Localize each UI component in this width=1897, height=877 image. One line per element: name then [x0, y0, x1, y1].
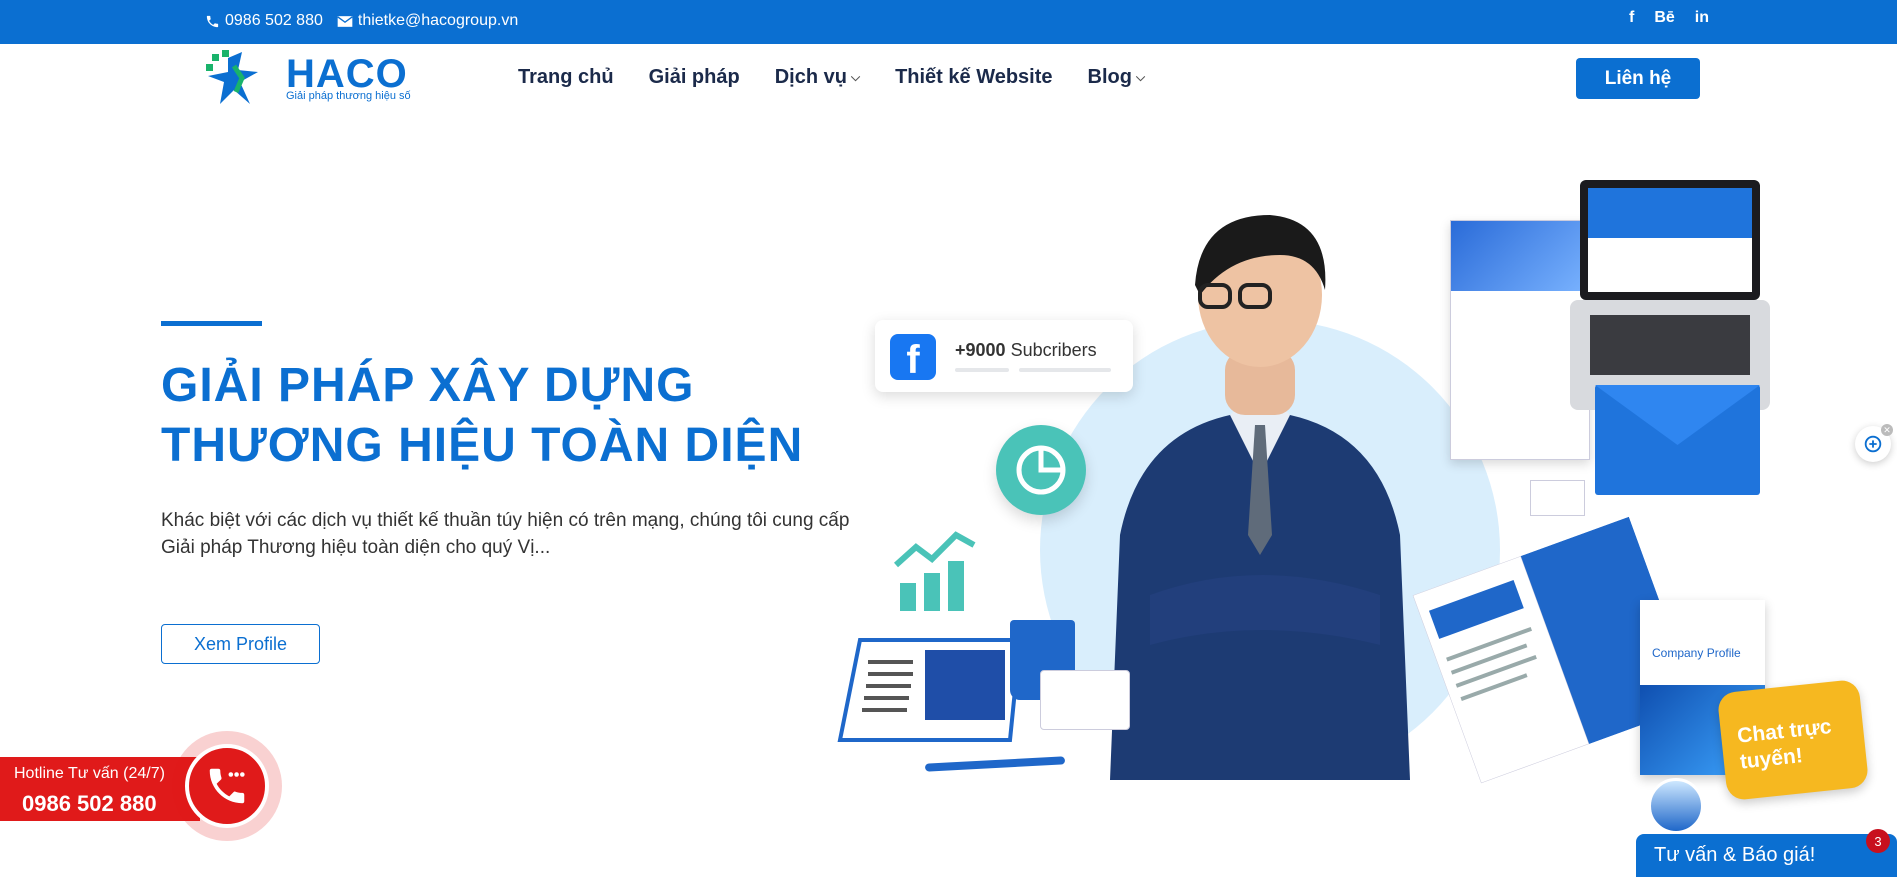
phone-call-icon: [209, 768, 245, 804]
hero-description: Khác biệt với các dịch vụ thiết kế thuần…: [161, 510, 850, 558]
topbar-phone[interactable]: 0986 502 880: [205, 12, 323, 30]
topbar-phone-text: 0986 502 880: [225, 12, 323, 29]
topbar-email[interactable]: thietke@hacogroup.vn: [337, 12, 518, 30]
hotline-banner[interactable]: Hotline Tư vấn (24/7) 0986 502 880: [0, 757, 200, 821]
fb-subscribers-text: +9000 Subcribers: [955, 340, 1097, 361]
company-profile-title: Company Profile: [1652, 646, 1741, 660]
nav-item-web-design[interactable]: Thiết kế Website: [895, 66, 1052, 89]
nav-label: Giải pháp: [648, 66, 740, 88]
business-card-image: [1530, 480, 1585, 516]
fb-bar: [955, 368, 1009, 372]
nav-item-home[interactable]: Trang chủ: [518, 66, 614, 89]
behance-icon[interactable]: Bē: [1654, 9, 1674, 27]
id-badge-image: [1040, 670, 1130, 730]
linkedin-icon[interactable]: in: [1695, 9, 1709, 27]
nav-label: Blog: [1087, 66, 1132, 88]
hotline-phone: 0986 502 880: [22, 791, 157, 816]
envelope-icon: [337, 15, 353, 27]
unread-count-badge: 3: [1866, 829, 1890, 853]
pen-image: [924, 756, 1066, 772]
envelope-image: [1595, 385, 1760, 495]
brochure-image: [1450, 220, 1590, 460]
nav-label: Dịch vụ: [774, 66, 847, 88]
chat-bubble-text: Chat trực tuyến!: [1736, 714, 1833, 774]
nav-item-blog[interactable]: Blog ⌵: [1088, 66, 1146, 89]
hotline-label: Hotline Tư vấn (24/7): [14, 765, 165, 782]
chevron-down-icon: ⌵: [850, 70, 861, 84]
topbar-contact: 0986 502 880 thietke@hacogroup.vn: [205, 12, 518, 30]
businessman-image: [1110, 215, 1410, 780]
social-links: f Bē in: [1629, 9, 1709, 27]
hero-title-line1: GIẢI PHÁP XÂY DỰNG: [161, 359, 695, 412]
fb-count: +9000: [955, 340, 1006, 360]
call-button[interactable]: [185, 744, 269, 828]
pie-chart-icon: [996, 425, 1086, 515]
nav-item-services[interactable]: Dịch vụ ⌵: [775, 66, 860, 89]
chat-agent-avatar[interactable]: [1648, 778, 1704, 834]
growth-chart-icon: [893, 531, 976, 611]
ai-assistant-button[interactable]: ✕: [1855, 424, 1893, 462]
chevron-down-icon: ⌵: [1135, 70, 1146, 84]
ai-assistant-icon: [1864, 435, 1882, 453]
consult-quote-bar[interactable]: Tư vấn & Báo giá!: [1636, 834, 1897, 877]
close-icon[interactable]: ✕: [1881, 424, 1893, 436]
chat-online-bubble[interactable]: Chat trực tuyến!: [1716, 678, 1870, 802]
logo-mark-icon: [206, 50, 258, 104]
top-bar: 0986 502 880 thietke@hacogroup.vn f Bē i…: [0, 0, 1897, 44]
facebook-logo-icon: f: [890, 334, 936, 382]
phone-icon: [206, 15, 219, 27]
nav-item-solutions[interactable]: Giải pháp: [649, 66, 740, 89]
nav-label: Trang chủ: [518, 66, 614, 88]
facebook-icon[interactable]: f: [1629, 9, 1634, 27]
desk-calendar-image: [837, 638, 1023, 742]
nav-label: Thiết kế Website: [895, 66, 1053, 88]
contact-button[interactable]: Liên hệ: [1576, 58, 1700, 99]
topbar-email-text: thietke@hacogroup.vn: [357, 12, 519, 29]
logo[interactable]: HACO Giải pháp thương hiệu số: [198, 48, 411, 110]
main-nav: Trang chủ Giải pháp Dịch vụ ⌵ Thiết kế We…: [518, 66, 1145, 89]
view-profile-button[interactable]: Xem Profile: [161, 624, 320, 664]
hero-title-line2: THƯƠNG HIỆU TOÀN DIỆN: [161, 419, 804, 472]
consult-label: Tư vấn & Báo giá!: [1654, 844, 1816, 866]
accent-line: [161, 321, 262, 326]
logo-tagline: Giải pháp thương hiệu số: [286, 90, 411, 102]
hero-illustration: f +9000 Subcribers Company Profile: [820, 170, 1780, 790]
